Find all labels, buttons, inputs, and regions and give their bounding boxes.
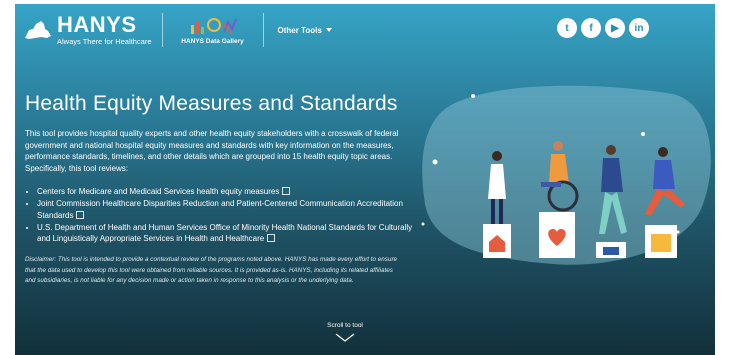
list-item[interactable]: Joint Commission Healthcare Disparities … [37, 198, 413, 221]
other-tools-dropdown[interactable]: Other Tools [278, 26, 332, 35]
logo-tagline: Always There for Healthcare [57, 37, 152, 47]
new-york-state-icon [25, 21, 51, 39]
scroll-label: Scroll to tool [327, 322, 363, 329]
twitter-icon[interactable]: t [557, 18, 577, 38]
top-navigation: HANYS Always There for Healthcare HANYS … [15, 4, 715, 56]
external-link-icon[interactable] [76, 210, 85, 219]
disclaimer: Disclaimer: This tool is intended to pro… [25, 256, 398, 284]
header-divider-2 [262, 13, 264, 47]
logo-name: HANYS [57, 12, 137, 38]
external-link-icon[interactable] [267, 234, 276, 242]
other-tools-label: Other Tools [277, 25, 322, 35]
list-item-text[interactable]: Centers for Medicare and Medicaid Servic… [37, 187, 279, 196]
reviewed-sources-list: Centers for Medicare and Medicaid Servic… [25, 186, 413, 245]
list-item[interactable]: Centers for Medicare and Medicaid Servic… [37, 186, 413, 198]
youtube-icon[interactable]: ▶ [605, 18, 625, 38]
hero-section: HANYS Always There for Healthcare HANYS … [15, 4, 715, 355]
list-item-text[interactable]: Joint Commission Healthcare Disparities … [37, 199, 403, 220]
linkedin-icon[interactable]: in [629, 18, 649, 38]
list-item[interactable]: U.S. Department of Health and Human Serv… [37, 222, 413, 245]
social-links: t f ▶ in [557, 18, 649, 38]
health-equity-illustration [421, 85, 711, 265]
data-gallery-icon [190, 18, 237, 34]
data-gallery-label: HANYS Data Gallery [181, 38, 244, 45]
list-item-text[interactable]: U.S. Department of Health and Human Serv… [37, 223, 412, 244]
chevron-down-icon [335, 333, 355, 342]
external-link-icon[interactable] [282, 187, 291, 195]
hanys-logo[interactable]: HANYS Always There for Healthcare [23, 14, 152, 46]
intro-paragraph: This tool provides hospital quality expe… [25, 129, 399, 173]
chevron-down-icon [325, 28, 332, 32]
data-gallery-link[interactable]: HANYS Data Gallery [173, 15, 253, 45]
header-divider [161, 13, 163, 47]
scroll-to-tool-button[interactable]: Scroll to tool [315, 322, 375, 342]
page-title: Health Equity Measures and Standards [25, 92, 398, 115]
facebook-icon[interactable]: f [581, 18, 601, 38]
